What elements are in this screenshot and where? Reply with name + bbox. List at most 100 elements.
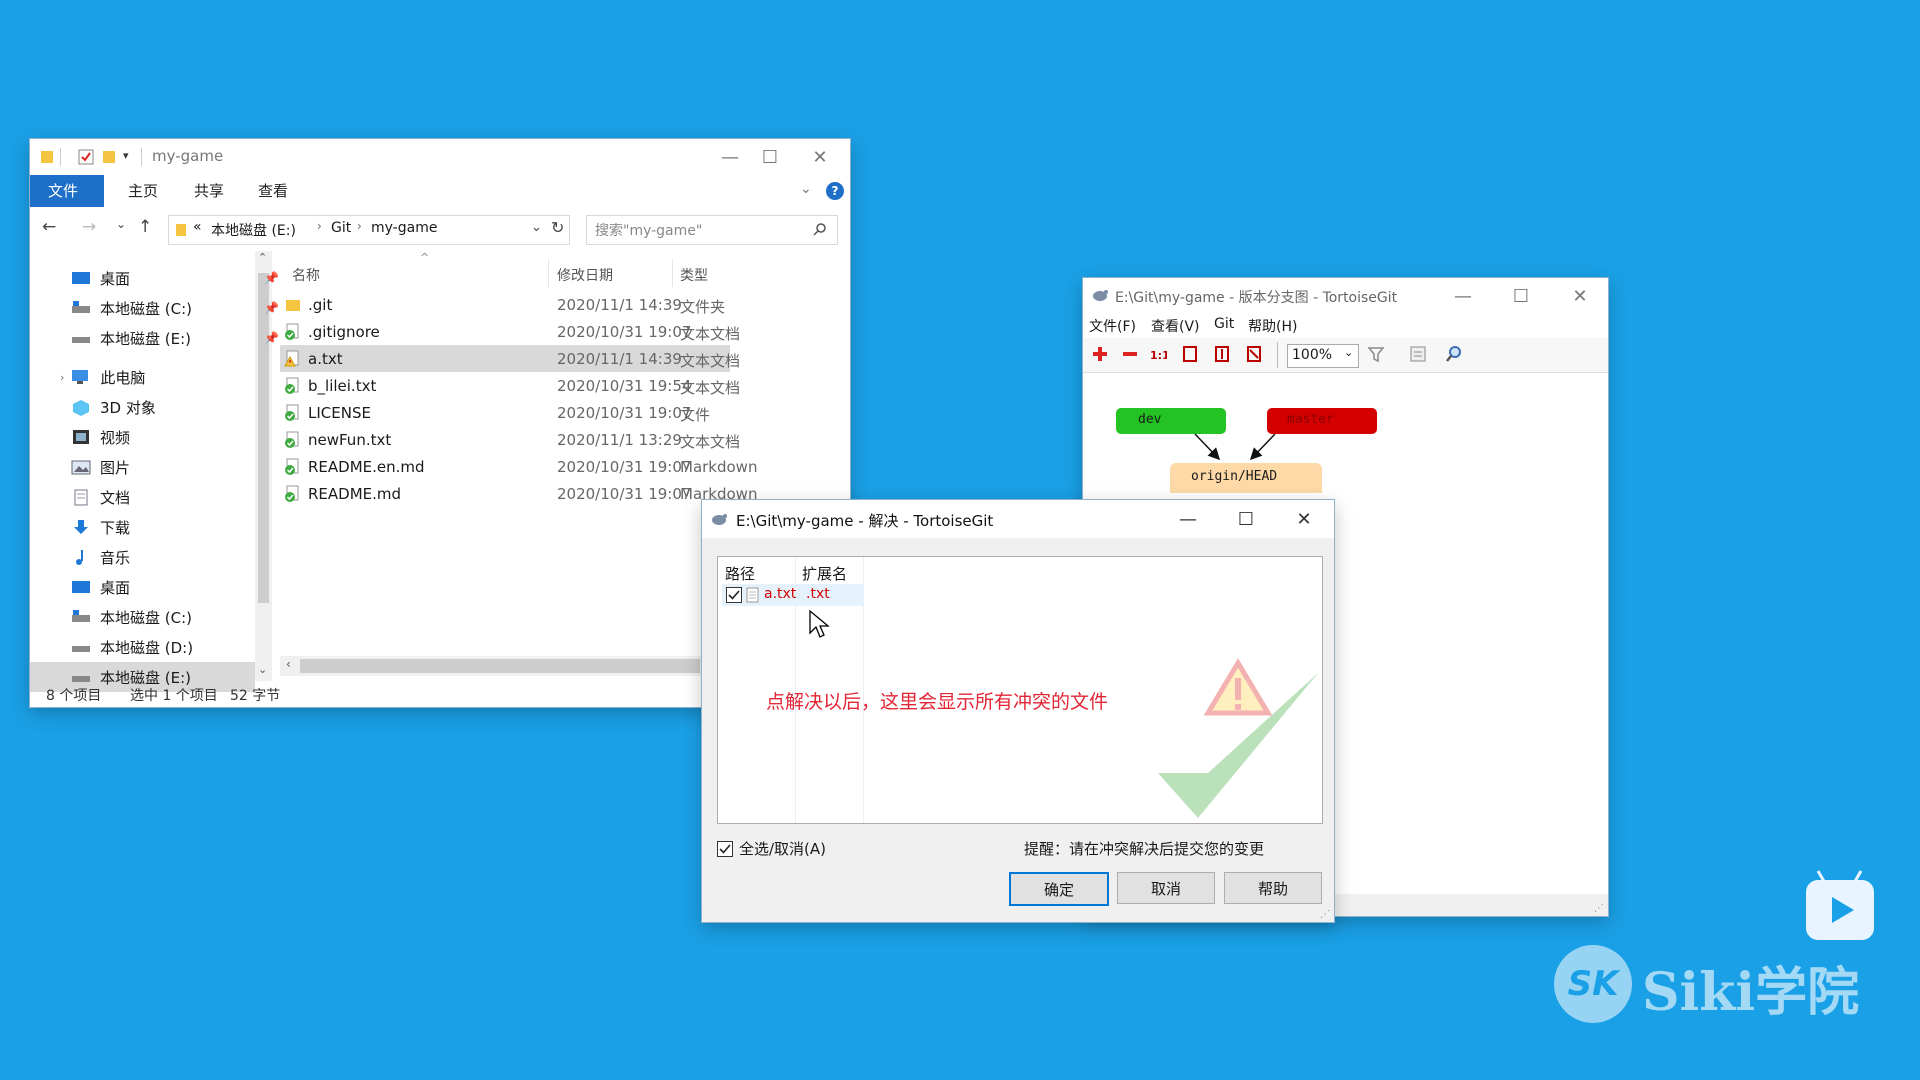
ok-button[interactable]: 确定 (1009, 872, 1109, 906)
folder-icon (176, 224, 186, 236)
pin-icon[interactable]: 📌 (264, 301, 279, 315)
breadcrumb-my-game[interactable]: my-game (371, 220, 437, 236)
file-row[interactable]: LICENSE 2020/10/31 19:07 文件 (280, 399, 730, 426)
search-icon[interactable] (813, 222, 827, 236)
branch-label-master: master (1287, 412, 1334, 427)
conflict-file-list[interactable]: 路径 扩展名 a.txt .txt 点解决以后，这里会显示所有冲突的文件 (717, 556, 1323, 824)
nav-item-label: 图片 (100, 458, 131, 477)
pin-icon[interactable]: 📌 (264, 271, 279, 285)
revgraph-titlebar: E:\Git\my-game - 版本分支图 - TortoiseGit — ☐… (1083, 278, 1608, 312)
address-dropdown-icon[interactable]: ⌄ (531, 220, 542, 235)
fit-height-icon[interactable] (1213, 345, 1231, 363)
column-path-header[interactable]: 路径 (725, 563, 755, 584)
overview-icon[interactable] (1409, 345, 1427, 363)
resize-grip-icon[interactable]: ⋰ (1594, 903, 1604, 914)
pin-icon[interactable]: 📌 (264, 331, 279, 345)
chevron-down-icon: ⌄ (1344, 346, 1354, 359)
item-count: 8 个项目 (46, 688, 102, 704)
tab-home[interactable]: 主页 (110, 175, 176, 207)
nav-item[interactable]: 下载 (70, 512, 300, 542)
nav-item[interactable]: 本地磁盘 (D:) (70, 632, 300, 662)
select-all-checkbox-row[interactable]: 全选/取消(A) (717, 838, 826, 859)
conflict-row[interactable]: a.txt .txt (722, 584, 864, 606)
cancel-button[interactable]: 取消 (1117, 872, 1215, 904)
nav-item[interactable]: 本地磁盘 (E:) 📌 (70, 323, 300, 353)
menu-view[interactable]: 查看(V) (1151, 316, 1200, 336)
up-arrow-icon[interactable]: ↑ (138, 217, 152, 237)
address-bar[interactable]: « 本地磁盘 (E:) › Git › my-game ⌄ ↻ (168, 215, 570, 245)
file-row[interactable]: a.txt 2020/11/1 14:39 文本文档 (280, 345, 740, 372)
resize-grip-icon[interactable]: ⋰ (1320, 909, 1330, 920)
menu-help[interactable]: 帮助(H) (1248, 316, 1297, 336)
file-row[interactable]: .git 2020/11/1 14:39 文件夹 (280, 291, 730, 318)
breadcrumb-drive[interactable]: 本地磁盘 (E:) (211, 220, 296, 240)
fit-width-icon[interactable] (1181, 345, 1199, 363)
sort-ascending-icon: ^ (420, 251, 430, 264)
zoom-out-icon[interactable] (1121, 345, 1139, 363)
back-arrow-icon[interactable]: ← (42, 217, 56, 237)
file-row[interactable]: README.en.md 2020/10/31 19:07 Markdown (280, 453, 757, 480)
column-name-header[interactable]: 名称 (292, 265, 320, 285)
branch-node-dev[interactable]: dev (1116, 408, 1226, 434)
column-date-header[interactable]: 修改日期 (557, 265, 613, 285)
nav-item[interactable]: 桌面 📌 (70, 263, 300, 293)
new-folder-icon[interactable] (102, 149, 116, 165)
forward-arrow-icon[interactable]: → (82, 217, 96, 237)
file-row[interactable]: README.md 2020/10/31 19:07 Markdown (280, 480, 757, 507)
tab-file[interactable]: 文件 (30, 175, 104, 207)
filter-icon[interactable] (1367, 345, 1385, 363)
menu-bar: 文件(F) 查看(V) Git 帮助(H) (1083, 312, 1608, 338)
refresh-icon[interactable]: ↻ (551, 218, 564, 237)
zoom-in-icon[interactable] (1091, 345, 1109, 363)
nav-item[interactable]: 桌面 (70, 572, 300, 602)
chevron-right-icon[interactable]: › (60, 371, 64, 384)
documents-icon (74, 489, 88, 506)
menu-file[interactable]: 文件(F) (1089, 316, 1136, 336)
help-button[interactable]: 帮助 (1224, 872, 1322, 904)
nav-item[interactable]: 3D 对象 (70, 392, 300, 422)
minimize-button[interactable]: — (1158, 501, 1218, 537)
column-type-header[interactable]: 类型 (680, 265, 708, 285)
nav-item[interactable]: 音乐 (70, 542, 300, 572)
close-button[interactable]: ✕ (790, 139, 850, 175)
branch-node-origin-head[interactable]: origin/HEAD (1170, 463, 1322, 493)
navigation-pane: ⌃ ⌄ 桌面 📌 本地磁盘 (C:) 📌 本地磁盘 (E:) 📌 › 此电脑 3D 对象 视频 图片… (30, 251, 279, 692)
zoom-select[interactable]: 100% ⌄ (1287, 344, 1359, 368)
fit-window-icon[interactable] (1245, 345, 1263, 363)
column-ext-header[interactable]: 扩展名 (802, 563, 847, 584)
resolved-watermark-icon (1158, 658, 1318, 818)
search-box[interactable]: 搜索"my-game" (586, 215, 838, 245)
zoom-reset-icon[interactable]: 1:1 (1149, 345, 1167, 363)
help-icon[interactable]: ? (826, 182, 844, 200)
menu-git[interactable]: Git (1214, 316, 1234, 332)
close-button[interactable]: ✕ (1550, 278, 1610, 314)
music-icon (76, 550, 83, 565)
nav-item[interactable]: 本地磁盘 (C:) 📌 (70, 293, 300, 323)
minimize-button[interactable]: — (1433, 278, 1493, 314)
breadcrumb-overflow[interactable]: « (193, 219, 202, 235)
branch-node-master[interactable]: master (1267, 408, 1377, 434)
file-row[interactable]: newFun.txt 2020/11/1 13:29 文本文档 (280, 426, 740, 453)
properties-icon[interactable] (78, 149, 94, 165)
quick-access-dropdown-icon[interactable]: ▾ (123, 149, 129, 162)
tab-share[interactable]: 共享 (176, 175, 242, 207)
file-row[interactable]: .gitignore 2020/10/31 19:07 文本文档 (280, 318, 740, 345)
nav-item[interactable]: › 此电脑 (60, 362, 290, 392)
search-icon[interactable] (1445, 345, 1463, 363)
maximize-button[interactable]: ☐ (1491, 278, 1551, 314)
nav-item[interactable]: 本地磁盘 (C:) (70, 602, 300, 632)
row-checkbox[interactable] (726, 587, 742, 603)
select-all-checkbox[interactable] (717, 840, 733, 857)
maximize-button[interactable]: ☐ (1216, 501, 1276, 537)
breadcrumb-git[interactable]: Git (331, 220, 351, 236)
search-input[interactable]: 搜索"my-game" (595, 220, 702, 240)
file-row[interactable]: b_lilei.txt 2020/10/31 19:54 文本文档 (280, 372, 740, 399)
recent-locations-icon[interactable]: ⌄ (116, 217, 126, 231)
nav-item[interactable]: 视频 (70, 422, 300, 452)
ribbon-expand-icon[interactable]: ⌄ (800, 181, 812, 197)
nav-item[interactable]: 图片 (70, 452, 300, 482)
nav-item[interactable]: 文档 (70, 482, 300, 512)
close-button[interactable]: ✕ (1274, 501, 1334, 537)
tab-view[interactable]: 查看 (240, 175, 306, 207)
text-file-icon (746, 587, 759, 603)
